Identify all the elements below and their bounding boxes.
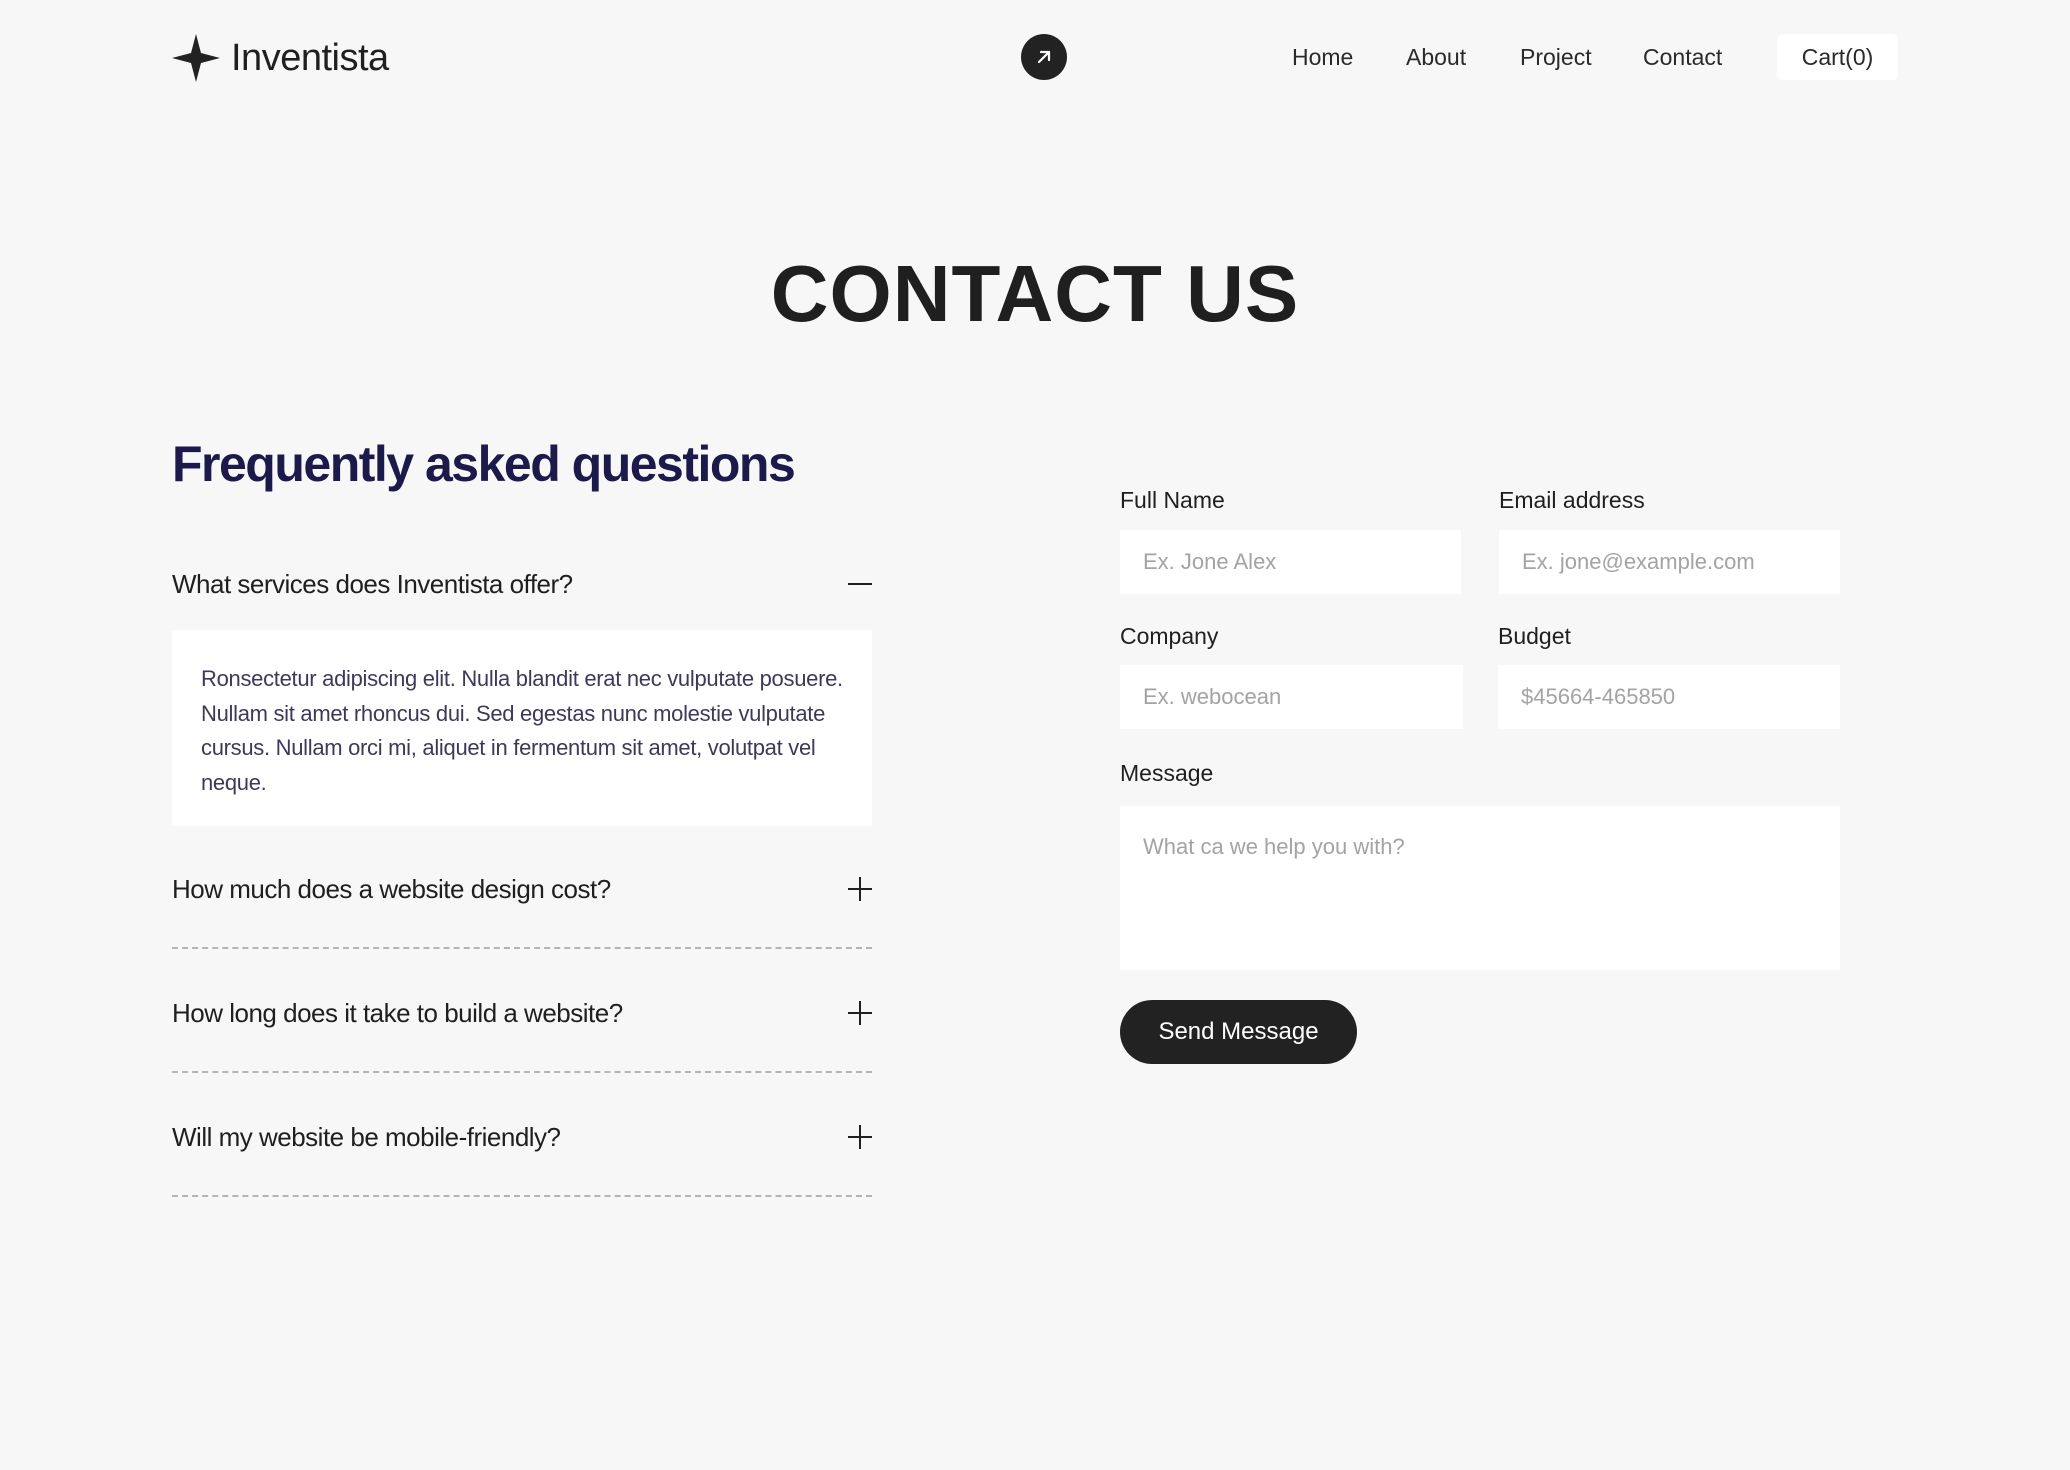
company-input[interactable] <box>1120 665 1463 729</box>
nav-home-link[interactable]: Home <box>1292 44 1353 71</box>
send-message-button[interactable]: Send Message <box>1120 1000 1357 1064</box>
arrow-up-right-icon <box>1037 50 1051 64</box>
message-label: Message <box>1120 760 1214 786</box>
budget-input[interactable] <box>1498 665 1840 729</box>
faq-question-text: How long does it take to build a website… <box>172 997 623 1028</box>
message-textarea[interactable] <box>1120 806 1840 970</box>
plus-icon[interactable] <box>848 1125 872 1149</box>
nav-about-link[interactable]: About <box>1406 44 1466 71</box>
brand-name: Inventista <box>231 36 389 79</box>
faq-divider <box>172 1071 872 1073</box>
full-name-input[interactable] <box>1120 530 1461 594</box>
faq-divider <box>172 1195 872 1197</box>
faq-question-text: Will my website be mobile-friendly? <box>172 1121 561 1152</box>
faq-divider <box>172 947 872 949</box>
faq-question-4[interactable]: Will my website be mobile-friendly? <box>172 1112 872 1162</box>
page-title: CONTACT US <box>770 249 1300 338</box>
brand-star-icon <box>172 34 220 82</box>
faq-heading: Frequently asked questions <box>172 436 796 492</box>
faq-question-3[interactable]: How long does it take to build a website… <box>172 988 872 1038</box>
cart-button[interactable]: Cart(0) <box>1777 34 1898 80</box>
faq-answer-1: Ronsectetur adipiscing elit. Nulla bland… <box>172 630 872 826</box>
faq-question-text: What services does Inventista offer? <box>172 568 573 599</box>
brand-logo[interactable]: Inventista <box>172 34 389 82</box>
faq-question-1[interactable]: What services does Inventista offer? <box>172 559 872 609</box>
nav-project-link[interactable]: Project <box>1520 44 1592 71</box>
email-label: Email address <box>1499 487 1645 513</box>
nav-contact-link[interactable]: Contact <box>1643 44 1722 71</box>
company-label: Company <box>1120 623 1219 649</box>
site-header: Inventista Home About Project Contact Ca… <box>0 0 2070 116</box>
faq-question-2[interactable]: How much does a website design cost? <box>172 864 872 914</box>
budget-label: Budget <box>1498 623 1571 649</box>
plus-icon[interactable] <box>848 1001 872 1025</box>
full-name-label: Full Name <box>1120 487 1225 513</box>
faq-question-text: How much does a website design cost? <box>172 873 611 904</box>
plus-icon[interactable] <box>848 877 872 901</box>
minus-icon[interactable] <box>848 572 872 596</box>
email-input[interactable] <box>1499 530 1840 594</box>
arrow-up-right-button[interactable] <box>1021 34 1067 80</box>
